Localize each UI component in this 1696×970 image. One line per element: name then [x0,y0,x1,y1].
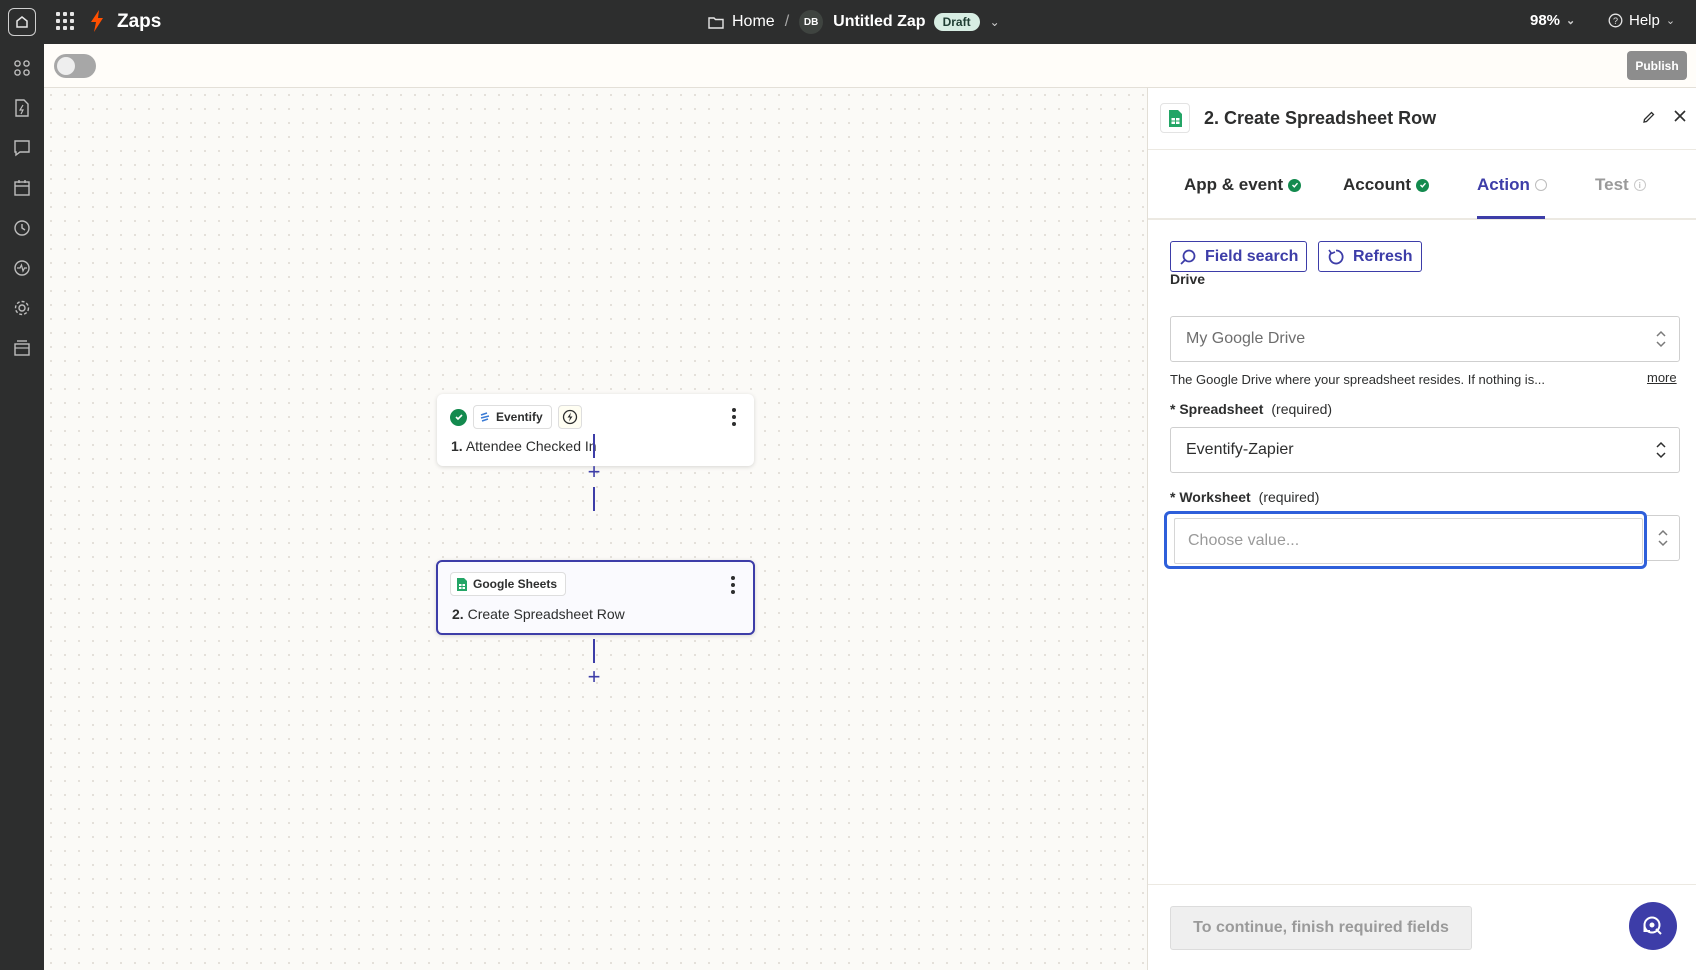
app-chip-eventify: Eventify [473,405,552,429]
step-connector [593,434,595,458]
more-link[interactable]: more [1647,370,1677,385]
continue-button[interactable]: To continue, finish required fields [1170,906,1472,950]
panel-footer: To continue, finish required fields [1148,884,1696,970]
zap-canvas[interactable]: Eventify 1. Attendee Checked In + Google… [44,88,1147,970]
step-card-trigger[interactable]: Eventify 1. Attendee Checked In [437,394,754,466]
step-connector [593,487,595,511]
step-connector [593,639,595,663]
zap-file-nav-icon[interactable] [11,97,33,119]
breadcrumb-home-link[interactable]: Home [732,13,775,31]
select-arrows-icon [1656,330,1666,348]
left-sidebar: ✦ [0,44,44,970]
trigger-bolt-icon [557,405,582,429]
zap-bolt-icon [90,10,104,37]
more-vertical-icon[interactable] [731,576,735,594]
zap-name[interactable]: Untitled Zap [833,13,925,31]
check-circle-icon [1416,178,1429,192]
activity-nav-icon[interactable] [11,257,33,279]
help-menu[interactable]: ? Help ⌄ [1608,12,1675,29]
home-icon[interactable] [8,8,36,36]
google-sheets-icon [457,577,467,591]
chat-nav-icon[interactable] [11,137,33,159]
step-title: 2. Create Spreadsheet Row [452,606,625,622]
panel-title: 2. Create Spreadsheet Row [1204,108,1437,128]
chevron-down-icon: ⌄ [1566,15,1576,27]
add-step-button[interactable]: + [584,461,604,483]
check-circle-icon [450,408,467,426]
panel-header: 2. Create Spreadsheet Row [1148,88,1696,150]
zoom-level: 98% [1530,12,1561,29]
worksheet-input[interactable]: Choose value... [1174,518,1643,564]
tab-test[interactable]: Test i [1595,175,1646,195]
refresh-icon [1328,249,1344,264]
worksheet-label: * Worksheet (required) [1170,489,1320,505]
select-arrows-icon[interactable] [1647,515,1680,561]
incomplete-circle-icon [1534,179,1547,191]
app-chip-google-sheets: Google Sheets [450,572,567,596]
spreadsheet-label: * Spreadsheet (required) [1170,401,1333,417]
more-vertical-icon[interactable] [732,408,736,426]
edit-pencil-icon[interactable] [1642,110,1656,129]
history-nav-icon[interactable] [11,217,33,239]
status-badge: Draft [933,13,980,31]
step-app-name: Google Sheets [473,577,558,591]
breadcrumb: Home / DB Untitled Zap Draft ⌄ [708,10,1000,34]
step-config-panel: 2. Create Spreadsheet Row App & event Ac… [1147,88,1696,970]
add-step-button[interactable]: + [584,666,604,688]
worksheet-select: Choose value... [1164,511,1680,569]
help-circle-icon: ? [1608,13,1623,28]
chevron-down-icon[interactable]: ⌄ [990,15,1000,29]
drive-label: Drive [1170,271,1206,287]
drive-help-text: The Google Drive where your spreadsheet … [1170,372,1546,387]
zoom-menu[interactable]: 98% ⌄ [1530,12,1575,29]
step-tabs: App & event Account Action Test i [1148,150,1696,220]
chevron-down-icon: ⌄ [1665,15,1676,27]
tables-nav-icon[interactable] [11,337,33,359]
app-grid-icon[interactable] [56,12,74,30]
avatar[interactable]: DB [799,10,824,34]
breadcrumb-separator: / [784,13,790,30]
top-bar: Zaps Home / DB Untitled Zap Draft ⌄ 98% … [0,0,1696,44]
field-search-button[interactable]: Field search [1170,241,1308,272]
tab-account[interactable]: Account [1343,175,1429,195]
step-app-name: Eventify [496,410,543,424]
spreadsheet-select[interactable]: Eventify-Zapier [1170,427,1680,473]
tab-action[interactable]: Action [1477,175,1547,195]
calendar-nav-icon[interactable] [11,177,33,199]
app-title: Zaps [117,11,162,32]
publish-button[interactable]: Publish [1627,51,1687,80]
drive-select[interactable]: My Google Drive [1170,316,1680,362]
check-circle-icon [1288,178,1302,192]
support-chat-icon[interactable] [1629,902,1677,950]
step-title: 1. Attendee Checked In [451,438,597,454]
info-icon: i [1633,179,1646,191]
editor-toolbar: Publish [44,44,1696,88]
svg-text:?: ? [1613,16,1618,26]
zap-on-off-toggle[interactable] [54,54,96,78]
refresh-button[interactable]: Refresh [1318,241,1422,272]
tab-app-event[interactable]: App & event [1184,175,1302,195]
folder-icon [708,16,724,29]
google-sheets-icon [1160,103,1190,133]
select-arrows-icon [1656,441,1666,459]
step-card-action[interactable]: Google Sheets 2. Create Spreadsheet Row [436,560,755,635]
close-icon[interactable] [1672,108,1688,129]
settings-gear-icon[interactable] [11,297,33,319]
eventify-logo-icon [480,412,490,422]
search-icon [1180,249,1196,265]
apps-nav-icon[interactable] [11,57,33,79]
help-label: Help [1629,12,1660,29]
active-tab-indicator [1477,216,1545,219]
